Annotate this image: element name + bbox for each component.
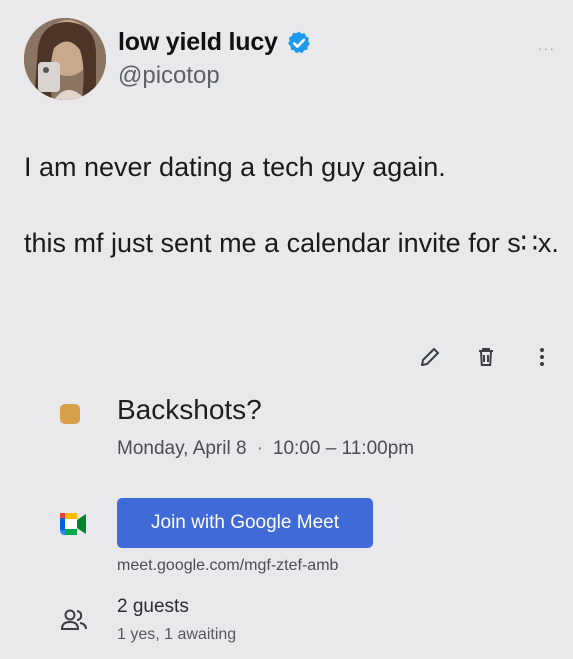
more-dots-icon[interactable]: ··· xyxy=(538,40,555,56)
display-name[interactable]: low yield lucy xyxy=(118,28,278,57)
google-meet-icon xyxy=(60,513,86,535)
delete-trash-icon xyxy=(479,348,493,366)
event-toolbar xyxy=(417,344,555,370)
more-options-button[interactable] xyxy=(529,344,555,370)
edit-button[interactable] xyxy=(417,344,443,370)
join-google-meet-button[interactable]: Join with Google Meet xyxy=(117,498,373,548)
meet-link[interactable]: meet.google.com/mgf-ztef-amb xyxy=(117,557,338,575)
calendar-event-card: Backshots? Monday, April 8 · 10:00 – 11:… xyxy=(0,330,573,659)
more-vertical-icon xyxy=(540,348,544,366)
edit-pencil-icon xyxy=(421,348,439,366)
event-title: Backshots? xyxy=(117,394,262,425)
verified-badge-icon xyxy=(287,31,310,53)
delete-button[interactable] xyxy=(473,344,499,370)
tweet-line: I am never dating a tech guy again. xyxy=(24,152,446,182)
tweet-body: I am never dating a tech guy again. this… xyxy=(24,148,564,262)
guests-status: 1 yes, 1 awaiting xyxy=(117,626,237,643)
guests-icon xyxy=(60,609,87,630)
event-datetime: Monday, April 8 · 10:00 – 11:00pm xyxy=(117,438,414,460)
tweet-screenshot: low yield lucy @picotop ··· I am never d… xyxy=(0,0,573,659)
handle[interactable]: @picotop xyxy=(118,62,220,90)
guests-count[interactable]: 2 guests xyxy=(117,596,189,618)
event-color-indicator xyxy=(60,404,80,424)
avatar[interactable] xyxy=(24,18,106,100)
tweet-line: this mf just sent me a calendar invite f… xyxy=(24,228,559,258)
event-date: Monday, April 8 xyxy=(117,438,247,459)
author-name-row: low yield lucy xyxy=(118,28,312,57)
datetime-separator: · xyxy=(256,438,263,459)
event-time-range: 10:00 – 11:00pm xyxy=(272,438,415,459)
